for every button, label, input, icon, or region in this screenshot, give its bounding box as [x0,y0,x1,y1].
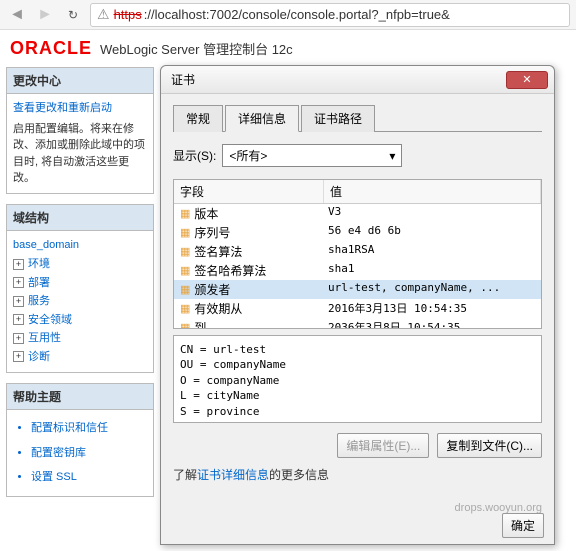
field-icon: ▦ [180,302,190,315]
field-name: 到 [194,319,206,329]
change-center-text: 启用配置编辑。将来在修改、添加或删除此域中的项目时, 将自动激活这些更改。 [13,121,147,187]
dialog-tabs: 常规 详细信息 证书路径 [173,104,542,132]
url-bar[interactable]: ⚠ https ://localhost:7002/console/consol… [90,3,570,27]
tree-item[interactable]: + 诊断 [13,348,147,367]
field-name: 签名算法 [194,243,242,260]
detail-textbox[interactable]: CN = url-test OU = companyName O = compa… [173,335,542,423]
tab-details[interactable]: 详细信息 [225,105,299,132]
show-value: <所有> [229,147,267,164]
table-row[interactable]: ▦ 版本 V3 [174,204,541,223]
more-info-link[interactable]: 证书详细信息 [197,468,269,482]
product-title: WebLogic Server 管理控制台 12c [100,39,293,58]
chevron-down-icon: ▾ [389,149,395,163]
domain-structure-title: 域结构 [7,205,153,231]
field-name: 版本 [194,205,218,222]
table-row[interactable]: ▦ 签名哈希算法 sha1 [174,261,541,280]
help-link[interactable]: 配置密钥库 [31,441,147,466]
domain-structure-panel: 域结构 base_domain + 环境 + 部署 + 服务 + 安全领域 + 互用性 + 诊断 [6,204,154,374]
field-value: url-test, companyName, ... [324,281,541,298]
help-link[interactable]: 设置 SSL [31,465,147,490]
table-row[interactable]: ▦ 序列号 56 e4 d6 6b [174,223,541,242]
change-center-panel: 更改中心 查看更改和重新启动 启用配置编辑。将来在修改、添加或删除此域中的项目时… [6,67,154,194]
dialog-title: 证书 [171,71,506,88]
tree-label: 服务 [28,293,50,310]
table-row[interactable]: ▦ 颁发者 url-test, companyName, ... [174,280,541,299]
warning-icon: ⚠ [97,6,110,23]
field-value: 56 e4 d6 6b [324,224,541,241]
expand-icon[interactable]: + [13,259,24,270]
field-icon: ▦ [180,226,190,239]
url-scheme: https [114,7,142,22]
col-value[interactable]: 值 [324,180,541,203]
field-icon: ▦ [180,283,190,296]
expand-icon[interactable]: + [13,277,24,288]
fields-table: 字段 值 ▦ 版本 V3 ▦ 序列号 56 e4 d6 6b ▦ 签名算法 sha1RSA ▦ 签名… [173,179,542,329]
field-value: sha1RSA [324,243,541,260]
expand-icon[interactable]: + [13,333,24,344]
reload-button[interactable]: ↻ [62,4,84,26]
domain-root[interactable]: base_domain [13,237,147,254]
field-name: 有效期从 [194,300,242,317]
more-info: 了解证书详细信息的更多信息 [173,466,542,483]
field-value: 2036年3月8日 10:54:35 [324,319,541,329]
tab-general[interactable]: 常规 [173,105,223,132]
tree-label: 诊断 [28,349,50,366]
tree-item[interactable]: + 服务 [13,292,147,311]
forward-button[interactable]: ► [34,4,56,26]
oracle-logo: ORACLE [10,38,92,59]
page-header: ORACLE WebLogic Server 管理控制台 12c [0,30,576,67]
certificate-dialog: 证书 ✕ 常规 详细信息 证书路径 显示(S): <所有> ▾ 字段 值 ▦ 版本… [160,65,555,545]
dialog-titlebar[interactable]: 证书 ✕ [161,66,554,94]
field-name: 签名哈希算法 [194,262,266,279]
url-text: ://localhost:7002/console/console.portal… [144,7,450,22]
field-icon: ▦ [180,321,190,329]
field-value: 2016年3月13日 10:54:35 [324,300,541,317]
field-icon: ▦ [180,264,190,277]
close-button[interactable]: ✕ [506,71,548,89]
field-value: V3 [324,205,541,222]
table-row[interactable]: ▦ 到 2036年3月8日 10:54:35 [174,318,541,329]
view-changes-link[interactable]: 查看更改和重新启动 [13,100,147,117]
field-name: 颁发者 [194,281,230,298]
col-field[interactable]: 字段 [174,180,324,203]
browser-toolbar: ◄ ► ↻ ⚠ https ://localhost:7002/console/… [0,0,576,30]
tree-label: 安全领域 [28,312,72,329]
edit-properties-button: 编辑属性(E)... [337,433,429,458]
help-panel: 帮助主题 配置标识和信任配置密钥库设置 SSL [6,383,154,497]
tree-item[interactable]: + 安全领域 [13,311,147,330]
table-row[interactable]: ▦ 签名算法 sha1RSA [174,242,541,261]
field-value: sha1 [324,262,541,279]
tree-item[interactable]: + 环境 [13,255,147,274]
expand-icon[interactable]: + [13,351,24,362]
field-name: 序列号 [194,224,230,241]
table-row[interactable]: ▦ 有效期从 2016年3月13日 10:54:35 [174,299,541,318]
expand-icon[interactable]: + [13,314,24,325]
tree-label: 互用性 [28,330,61,347]
tree-label: 部署 [28,275,50,292]
copy-to-file-button[interactable]: 复制到文件(C)... [437,433,542,458]
tree-item[interactable]: + 互用性 [13,329,147,348]
tree-label: 环境 [28,256,50,273]
help-title: 帮助主题 [7,384,153,410]
field-icon: ▦ [180,245,190,258]
show-dropdown[interactable]: <所有> ▾ [222,144,402,167]
expand-icon[interactable]: + [13,296,24,307]
change-center-title: 更改中心 [7,68,153,94]
show-label: 显示(S): [173,147,216,164]
tab-certpath[interactable]: 证书路径 [301,105,375,132]
tree-item[interactable]: + 部署 [13,274,147,293]
field-icon: ▦ [180,207,190,220]
ok-button[interactable]: 确定 [502,513,544,538]
help-link[interactable]: 配置标识和信任 [31,416,147,441]
back-button[interactable]: ◄ [6,4,28,26]
